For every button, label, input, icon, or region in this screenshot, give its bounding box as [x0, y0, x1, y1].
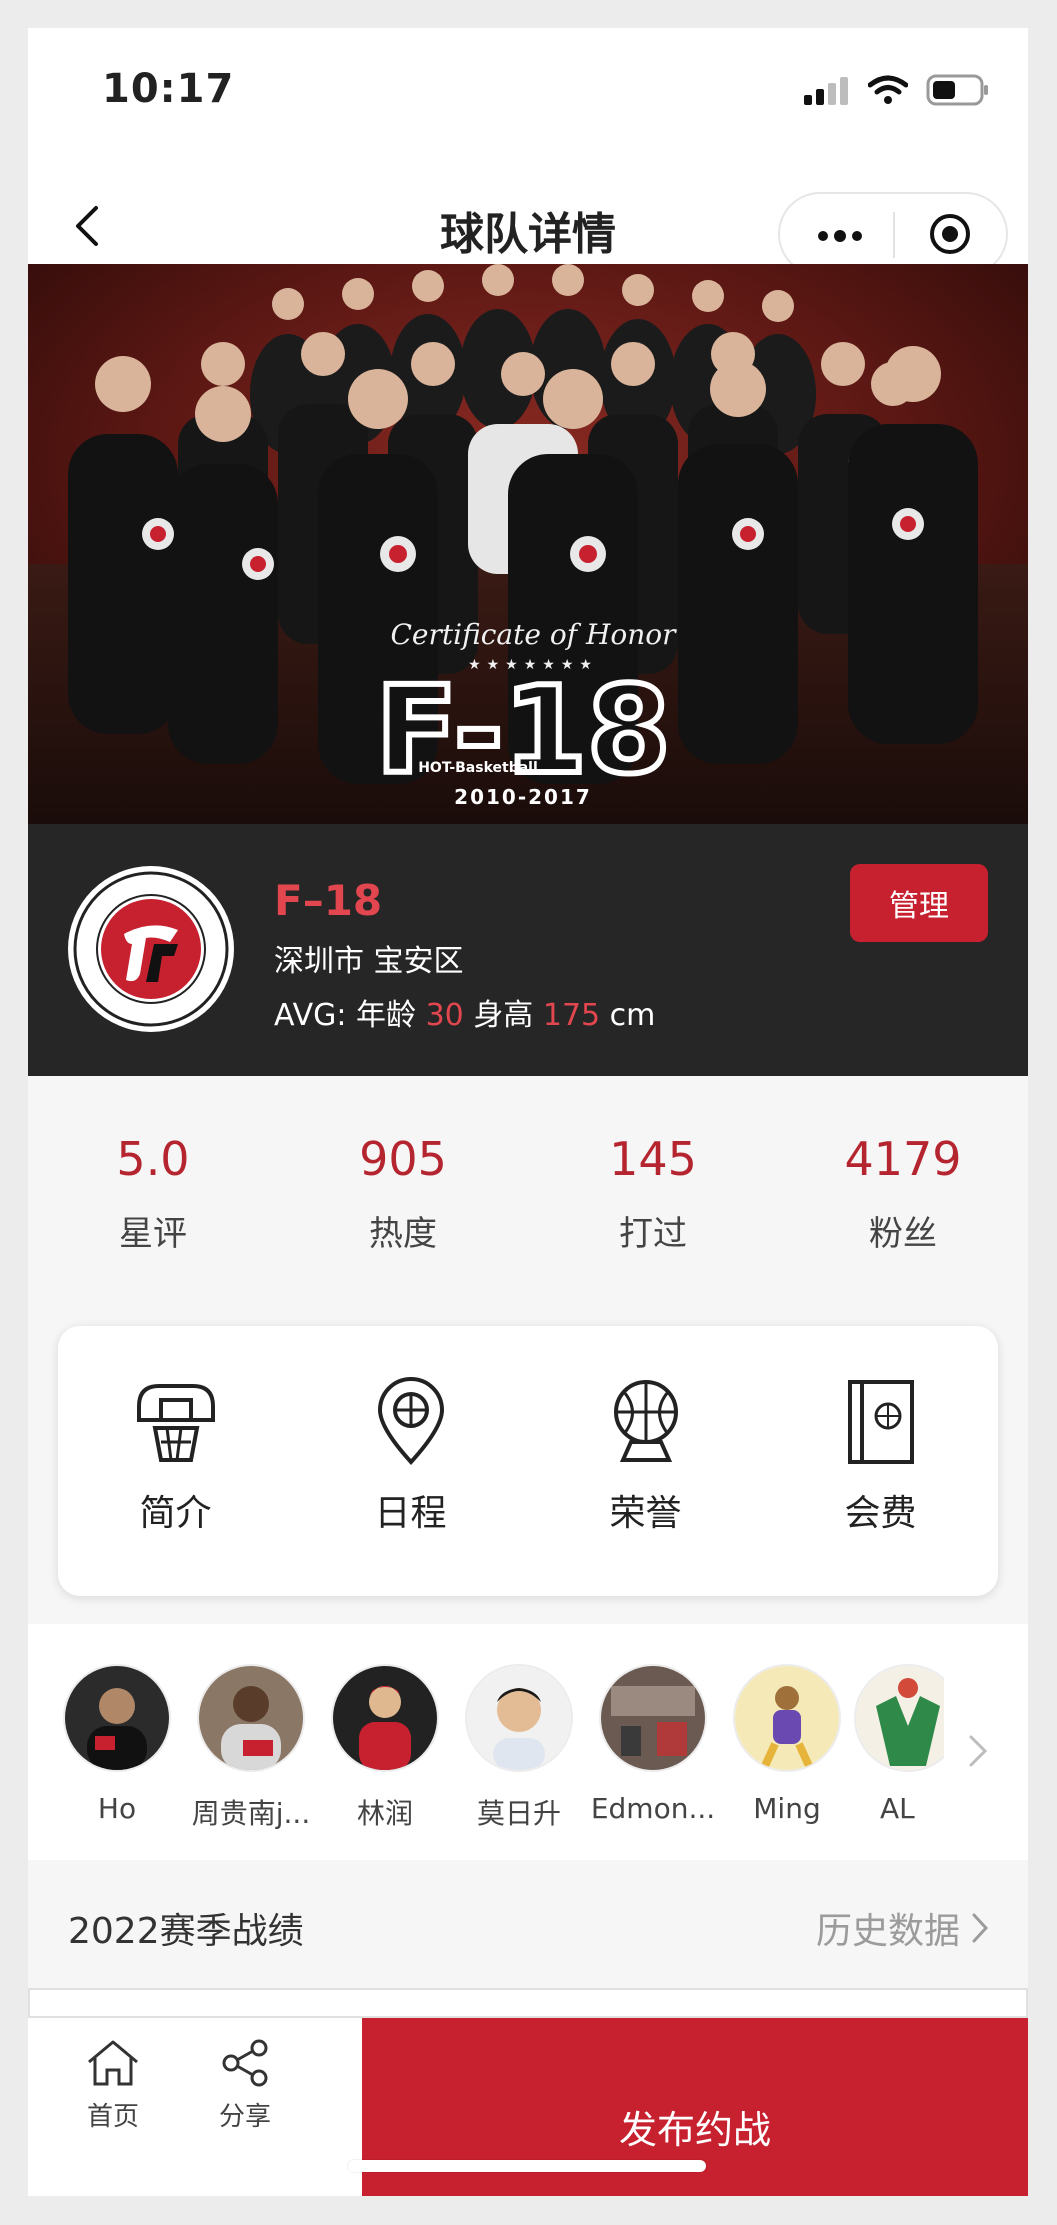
season-title: 2022赛季战绩 [68, 1911, 304, 1952]
menu-schedule[interactable]: 日程 [293, 1326, 528, 1596]
team-photo: Certificate of Honor ★★★★★★★ F-18 HOT-Ba… [28, 264, 1028, 824]
stat-popularity[interactable]: 905 热度 [278, 1076, 528, 1288]
member-item[interactable]: AL [854, 1664, 944, 1825]
stat-label: 粉丝 [869, 1214, 937, 1254]
season-record-header: 2022赛季战绩 历史数据 [28, 1860, 1028, 1988]
team-photo-banner: Certificate of Honor ★★★★★★★ F-18 HOT-Ba… [28, 264, 1028, 824]
status-time: 10:17 [102, 66, 235, 112]
history-data-link[interactable]: 历史数据 [816, 1902, 988, 1954]
member-strip: Ho 周贵南j... 林润 莫日升 Edmon... Ming AL [28, 1624, 1028, 1860]
team-name: F–18 [274, 876, 383, 925]
stat-value: 905 [359, 1132, 447, 1186]
menu-intro[interactable]: 简介 [58, 1326, 293, 1596]
tab-label: 分享 [218, 2102, 271, 2132]
member-item[interactable]: Ho [50, 1664, 184, 1825]
menu-label: 荣誉 [609, 1493, 682, 1534]
status-icons [804, 74, 990, 106]
tab-share[interactable]: 分享 [200, 2038, 290, 2133]
avatar [599, 1664, 707, 1772]
location-pin-icon [377, 1377, 444, 1465]
banner-team-mark: F-18 [375, 662, 670, 801]
manage-button[interactable]: 管理 [850, 864, 988, 942]
stat-value: 5.0 [116, 1132, 190, 1186]
stat-value: 145 [609, 1132, 697, 1186]
member-item[interactable]: 林润 [318, 1664, 452, 1832]
member-name: 林润 [356, 1797, 413, 1830]
menu-fees[interactable]: 会费 [763, 1326, 998, 1596]
phone-screen: 10:17 球队详情 Certificate of Honor ★★★★★★★ … [28, 28, 1028, 2196]
team-location: 深圳市 宝安区 [274, 944, 464, 979]
stat-label: 星评 [119, 1214, 187, 1254]
member-item[interactable]: 周贵南j... [184, 1664, 318, 1832]
avatar [465, 1664, 573, 1772]
banner-brand: HOT-Basketball [418, 760, 538, 776]
stat-rating[interactable]: 5.0 星评 [28, 1076, 278, 1288]
member-name: 周贵南j... [191, 1797, 311, 1830]
avg-age-value: 30 [425, 998, 464, 1033]
stat-label: 热度 [369, 1214, 437, 1254]
wifi-icon [868, 75, 908, 104]
member-name: 莫日升 [476, 1797, 561, 1830]
status-bar: 10:17 [28, 28, 1028, 158]
team-averages: AVG: 年龄 30 身高 175 cm [274, 990, 655, 1034]
avg-height-label: 身高 [473, 998, 534, 1033]
banner-certificate-text: Certificate of Honor [390, 618, 677, 651]
signal-icon [804, 77, 848, 105]
home-indicator [348, 2160, 706, 2172]
feature-menu-card: 简介 日程 荣誉 会费 [58, 1326, 998, 1596]
avatar [733, 1664, 841, 1772]
tab-home[interactable]: 首页 [68, 2038, 158, 2133]
menu-label: 会费 [844, 1493, 917, 1534]
more-icon[interactable] [810, 218, 870, 254]
stat-label: 打过 [619, 1214, 687, 1254]
close-target-icon[interactable] [928, 212, 972, 256]
height-unit: cm [609, 998, 656, 1033]
menu-honors[interactable]: 荣誉 [528, 1326, 763, 1596]
home-icon [88, 2040, 138, 2086]
menu-label: 简介 [139, 1493, 212, 1534]
capsule-divider [893, 212, 895, 258]
member-name: Ming [753, 1792, 821, 1825]
basketball-hoop-icon [136, 1384, 215, 1462]
avatar [854, 1664, 944, 1772]
stat-games-played[interactable]: 145 打过 [528, 1076, 778, 1288]
season-content-edge [28, 1988, 1028, 2018]
trophy-icon [613, 1380, 678, 1462]
menu-label: 日程 [374, 1493, 447, 1534]
avg-height-value: 175 [542, 998, 601, 1033]
team-info-card: F–18 深圳市 宝安区 AVG: 年龄 30 身高 175 cm 管理 [28, 824, 1028, 1076]
avatar [197, 1664, 305, 1772]
battery-icon [926, 74, 988, 106]
banner-years: 2010-2017 [454, 785, 592, 809]
team-stats: 5.0 星评 905 热度 145 打过 4179 粉丝 [28, 1076, 1028, 1288]
member-name: AL [880, 1792, 915, 1825]
wallet-icon [847, 1380, 914, 1464]
share-icon [222, 2039, 268, 2087]
stat-fans[interactable]: 4179 粉丝 [778, 1076, 1028, 1288]
member-item[interactable]: Edmon... [586, 1664, 720, 1825]
member-name: Ho [97, 1792, 137, 1825]
member-item[interactable]: Ming [720, 1664, 854, 1825]
stat-value: 4179 [844, 1132, 962, 1186]
tab-label: 首页 [86, 2102, 139, 2132]
member-name: Edmon... [590, 1792, 716, 1825]
team-logo [68, 866, 234, 1032]
member-item[interactable]: 莫日升 [452, 1664, 586, 1832]
chevron-right-icon [972, 1913, 988, 1943]
history-data-label: 历史数据 [815, 1911, 960, 1952]
avatar [331, 1664, 439, 1772]
avatar [63, 1664, 171, 1772]
avg-age-label: AVG: 年龄 [274, 998, 417, 1033]
chevron-right-icon[interactable] [968, 1734, 988, 1768]
